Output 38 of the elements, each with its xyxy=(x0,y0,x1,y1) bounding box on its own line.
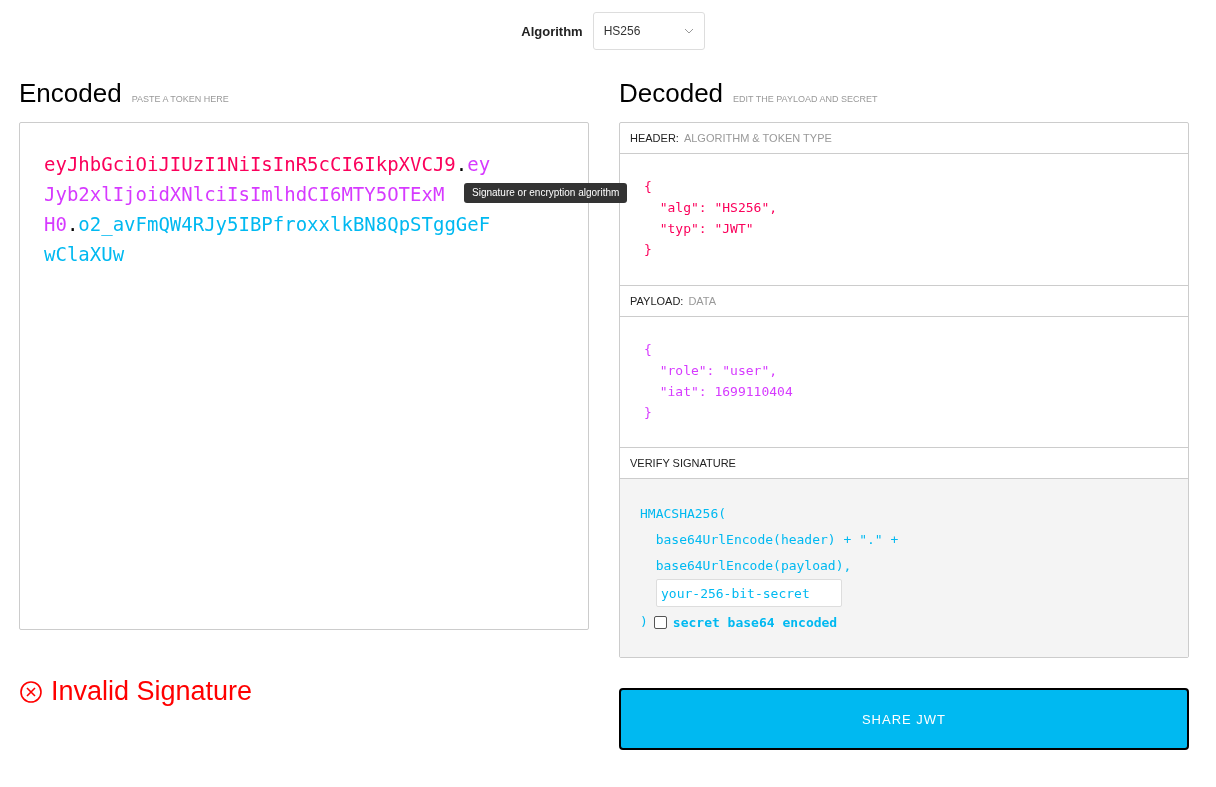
checkbox-label: secret base64 encoded xyxy=(672,614,838,630)
json-line: } xyxy=(644,241,653,259)
token-text: . xyxy=(66,213,79,235)
code-line: ) xyxy=(640,613,648,631)
token-text: . xyxy=(455,153,468,175)
token-text: ey xyxy=(467,153,491,175)
section-sublabel: DATA xyxy=(688,294,717,307)
json-line: { xyxy=(644,340,653,359)
json-line: "iat": 1699110404 xyxy=(658,382,794,401)
encoded-hint: PASTE A TOKEN HERE xyxy=(131,94,229,104)
algorithm-label: Algorithm xyxy=(521,23,583,39)
json-line: { xyxy=(644,178,653,196)
checkbox[interactable] xyxy=(653,615,667,629)
token-text: wClaXUw xyxy=(44,243,125,265)
json-line: "typ": "JWT" xyxy=(658,220,755,238)
json-line: "role": "user", xyxy=(658,361,779,380)
code-line: base64UrlEncode(payload), xyxy=(654,557,853,575)
token-text: Jyb2xlIjoidXNlciIsImlhdCI6MTY5OTExM xyxy=(44,183,445,205)
token-text: H0 xyxy=(44,213,67,235)
json-line: "alg": "HS256", xyxy=(658,199,779,217)
section-label: VERIFY SIGNATURE xyxy=(630,457,736,469)
tooltip: Signature or encryption algorithm xyxy=(464,183,628,203)
token-text: eyJhbGciOiJIUzI1NiIsInR5cCI6IkpXVCJ9 xyxy=(44,153,456,175)
algorithm-select[interactable]: HS256 xyxy=(592,12,705,50)
section-label: PAYLOAD: xyxy=(630,294,684,307)
signature-status: Invalid Signature xyxy=(51,676,253,707)
error-icon xyxy=(19,679,43,704)
secret-field[interactable]: your-256-bit-secret xyxy=(656,579,842,607)
token-text: o2_avFmQW4RJy5IBPfroxxlkBN8QpSTggGeF xyxy=(78,213,491,235)
decoded-hint: EDIT THE PAYLOAD AND SECRET xyxy=(733,94,878,104)
json-line: } xyxy=(644,403,653,422)
encoded-title: Encoded xyxy=(19,78,122,109)
section-label: HEADER: xyxy=(630,132,679,144)
chevron-icon xyxy=(683,28,694,34)
code-line: base64UrlEncode(header) + "." + xyxy=(654,531,900,549)
code-line: HMACSHA256( xyxy=(640,505,728,523)
decoded-title: Decoded xyxy=(619,78,724,109)
section-sublabel: ALGORITHM & TOKEN TYPE xyxy=(683,132,832,144)
